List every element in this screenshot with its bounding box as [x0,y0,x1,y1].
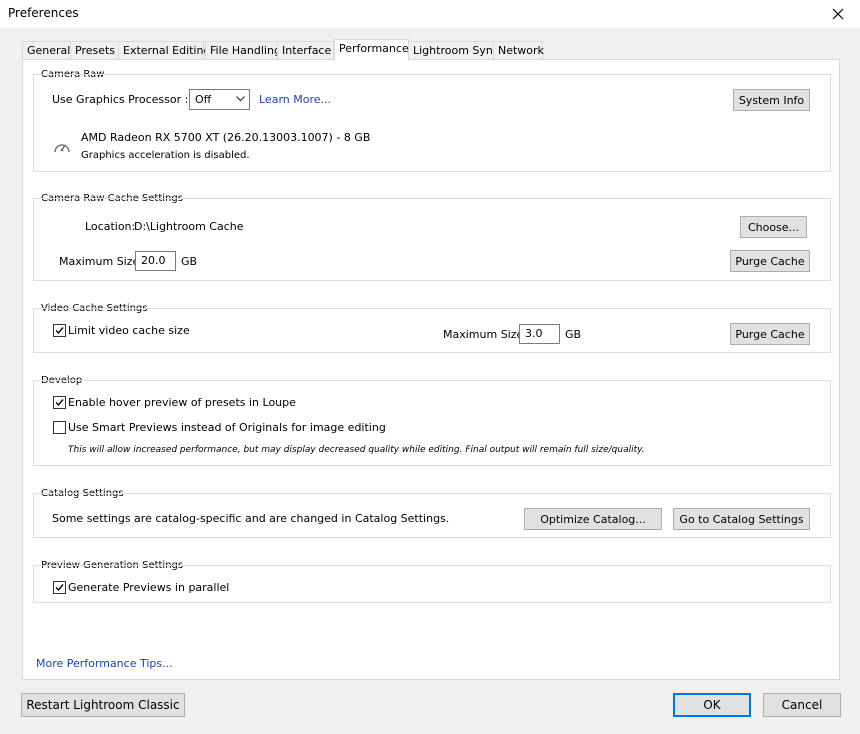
go-to-catalog-settings-button[interactable]: Go to Catalog Settings [673,508,810,530]
hover-preview-label: Enable hover preview of presets in Loupe [68,396,296,409]
video-cache-group: Limit video cache size Maximum Size: 3.0… [33,308,831,353]
learn-more-link[interactable]: Learn More... [259,93,331,106]
smart-previews-note: This will allow increased performance, b… [68,445,645,455]
cache-unit: GB [181,255,198,268]
video-unit: GB [565,328,582,341]
gpu-status: Graphics acceleration is disabled. [81,150,250,161]
tab-lightroom-sync[interactable]: Lightroom Sync [408,41,499,60]
tab-general[interactable]: General [22,41,71,60]
cache-max-size-input[interactable]: 20.0 [135,251,176,271]
tab-interface[interactable]: Interface [277,41,334,60]
limit-video-cache-label: Limit video cache size [68,324,190,337]
video-purge-cache-button[interactable]: Purge Cache [730,323,810,345]
cache-location-value: D:\Lightroom Cache [134,220,244,233]
smart-previews-label: Use Smart Previews instead of Originals … [68,421,386,434]
cancel-button[interactable]: Cancel [763,693,841,717]
catalog-group: Some settings are catalog-specific and a… [33,493,831,538]
ok-button[interactable]: OK [673,693,751,717]
title-bar: Preferences [0,0,860,28]
develop-group: Enable hover preview of presets in Loupe… [33,380,831,466]
camera-raw-group: Use Graphics Processor : Off Learn More.… [33,74,831,172]
tab-external-editing[interactable]: External Editing [118,41,210,60]
cache-location-label: Location: [85,220,136,233]
choose-button[interactable]: Choose... [740,216,807,238]
video-max-size-input[interactable]: 3.0 [519,324,560,344]
checkmark-icon [55,584,64,592]
performance-tips-link[interactable]: More Performance Tips... [36,657,173,670]
checkmark-icon [55,327,64,335]
optimize-catalog-button[interactable]: Optimize Catalog... [524,508,662,530]
cache-max-size-label: Maximum Size: [59,255,143,268]
preview-group: Generate Previews in parallel [33,565,831,603]
performance-panel: Camera Raw Use Graphics Processor : Off … [22,59,840,680]
tab-performance[interactable]: Performance [334,39,409,61]
system-info-button[interactable]: System Info [733,89,810,111]
cache-group: Location: D:\Lightroom Cache Choose... M… [33,198,831,281]
close-icon [832,8,844,20]
catalog-description: Some settings are catalog-specific and a… [52,512,450,525]
smart-previews-checkbox[interactable] [53,421,66,434]
window-title: Preferences [8,6,79,20]
gpu-select-value: Off [195,93,212,106]
gpu-label: Use Graphics Processor : [52,93,189,106]
checkmark-icon [55,399,64,407]
video-max-size-label: Maximum Size: [443,328,527,341]
restart-lightroom-button[interactable]: Restart Lightroom Classic [21,693,185,717]
tab-presets[interactable]: Presets [70,41,119,60]
chevron-down-icon [236,96,245,102]
tab-network[interactable]: Network [493,41,544,60]
parallel-previews-checkbox[interactable] [53,581,66,594]
gpu-name: AMD Radeon RX 5700 XT (26.20.13003.1007)… [81,131,371,144]
hover-preview-checkbox[interactable] [53,396,66,409]
gpu-select[interactable]: Off [189,89,250,110]
purge-cache-button[interactable]: Purge Cache [730,250,810,272]
close-button[interactable] [816,0,860,28]
limit-video-cache-checkbox[interactable] [53,324,66,337]
parallel-previews-label: Generate Previews in parallel [68,581,230,594]
tab-file-handling[interactable]: File Handling [205,41,281,60]
gauge-icon [54,144,70,153]
